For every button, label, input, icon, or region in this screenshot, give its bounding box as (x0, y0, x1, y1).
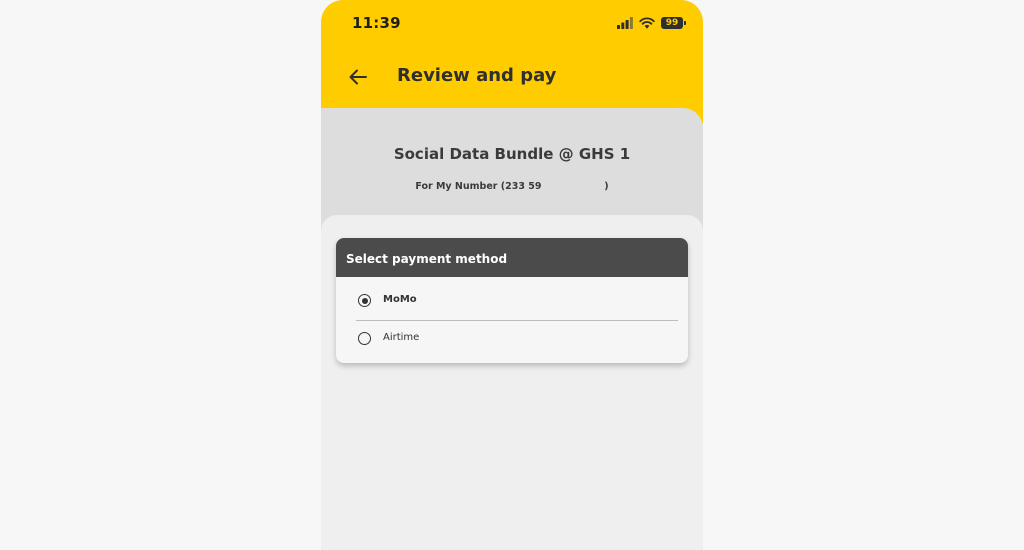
bundle-title: Social Data Bundle @ GHS 1 (393, 145, 631, 163)
arrow-left-icon (349, 69, 367, 85)
status-time: 11:39 (352, 14, 401, 32)
phone-screen: 11:39 99 Review and pay Social Data Bund… (321, 0, 703, 550)
radio-airtime[interactable] (358, 332, 371, 345)
payment-method-card: Select payment method MoMo Airtime (336, 238, 688, 363)
option-label-airtime: Airtime (383, 332, 420, 343)
app-header: Review and pay (321, 56, 703, 98)
signal-icon (617, 17, 633, 29)
wifi-icon (639, 17, 655, 29)
radio-momo[interactable] (358, 294, 371, 307)
status-icons: 99 (617, 16, 686, 30)
payment-option-airtime[interactable]: Airtime (336, 319, 688, 357)
back-button[interactable] (345, 65, 371, 89)
top-bar: 11:39 99 Review and pay (321, 0, 703, 124)
recipient-number: For My Number (233 59 ) (415, 181, 609, 192)
payment-option-momo[interactable]: MoMo (336, 281, 688, 319)
battery-icon: 99 (661, 17, 686, 29)
option-label-momo: MoMo (383, 294, 417, 305)
page-title: Review and pay (397, 65, 557, 86)
battery-level: 99 (665, 18, 679, 28)
status-bar: 11:39 99 (321, 0, 703, 46)
payment-method-header: Select payment method (336, 238, 688, 277)
